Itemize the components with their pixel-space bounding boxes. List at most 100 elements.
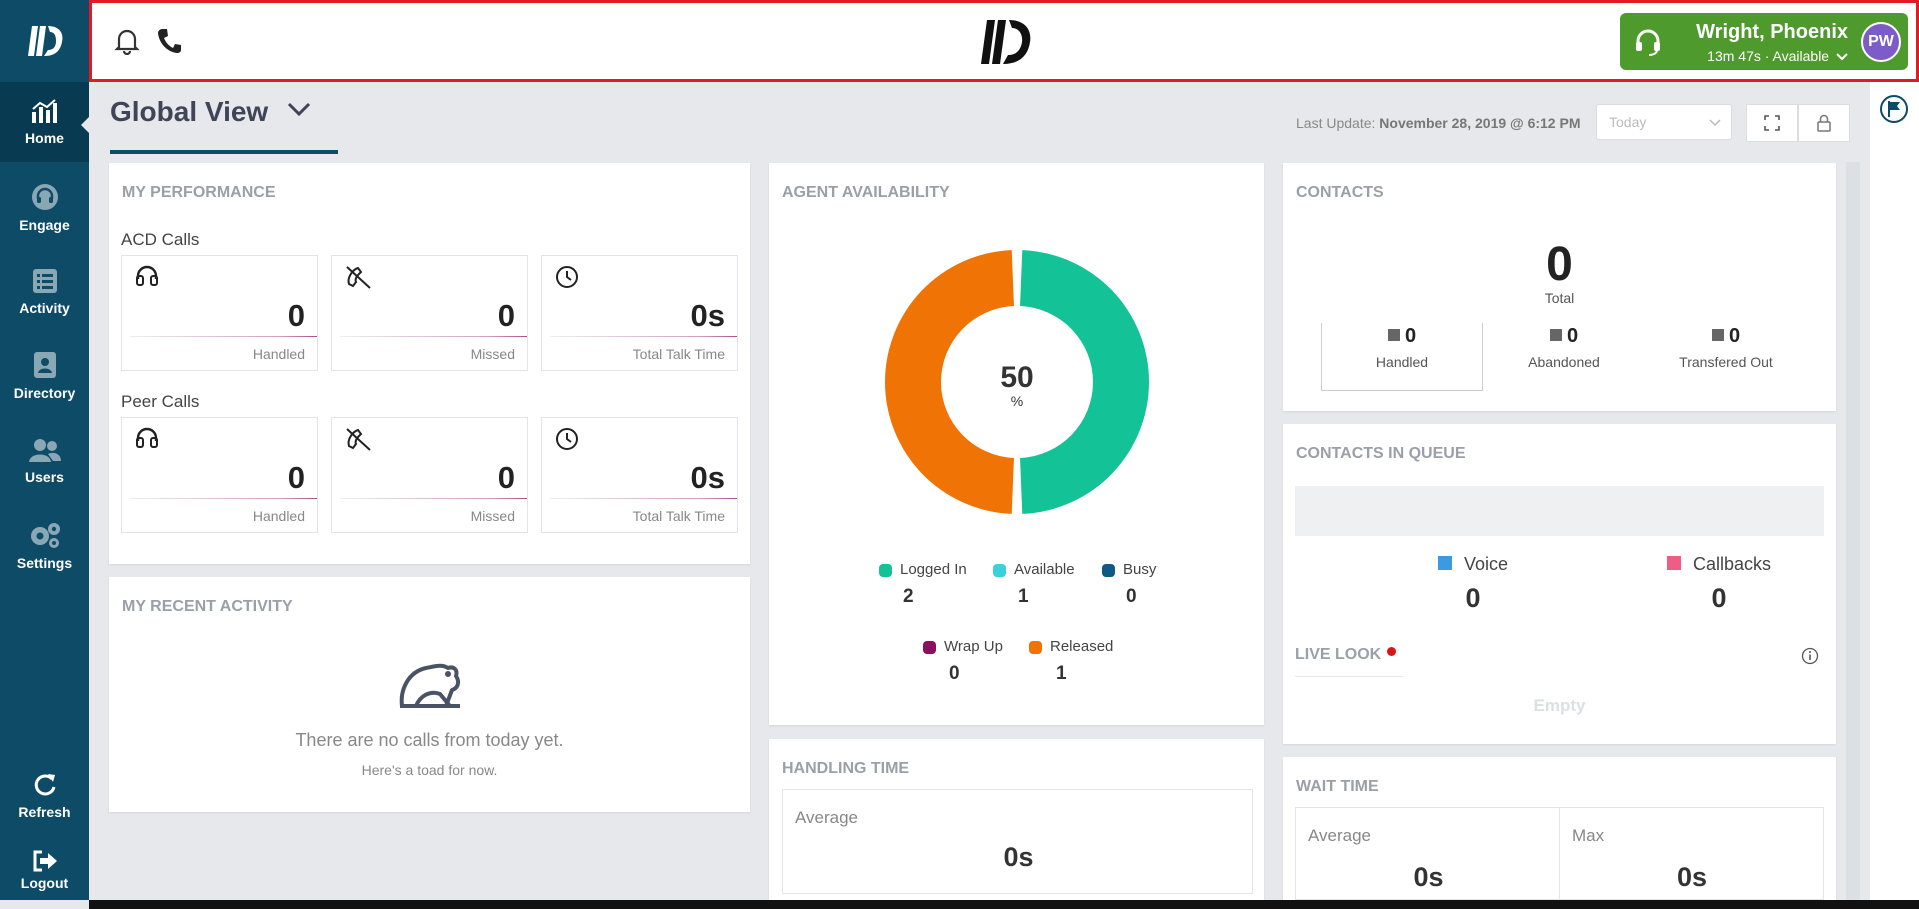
card-title: HANDLING TIME xyxy=(782,760,910,777)
sidebar-item-engage[interactable]: Engage xyxy=(0,168,89,248)
live-look-empty: Empty xyxy=(1533,696,1586,715)
metric-label: Total Talk Time xyxy=(632,346,725,362)
legend-available: Available xyxy=(993,561,1075,578)
contacts-handled[interactable]: 0 Handled xyxy=(1321,323,1483,391)
metric-label: Missed xyxy=(470,346,515,362)
average-value: 0s xyxy=(1413,862,1444,892)
card-title: CONTACTS xyxy=(1296,184,1384,201)
acd-missed-metric: 0 Missed xyxy=(331,255,528,371)
max-value: 0s xyxy=(1676,862,1708,892)
list-icon xyxy=(32,269,57,293)
legend-value: 1 xyxy=(1056,663,1067,684)
card-title: CONTACTS IN QUEUE xyxy=(1296,445,1466,462)
card-title: MY RECENT ACTIVITY xyxy=(122,598,293,615)
metric-label: Handled xyxy=(252,346,305,362)
contacts-transfered-value: 0 xyxy=(1645,325,1807,348)
top-header: Wright, Phoenix 13m 47s · Available PW xyxy=(89,0,1919,82)
queue-callbacks: Callbacks 0 xyxy=(1639,554,1799,614)
metric-underline xyxy=(340,336,527,337)
peer-calls-label: Peer Calls xyxy=(121,392,200,411)
donut-center: 50 % xyxy=(977,361,1057,410)
contacts-transfered-out[interactable]: 0 Transfered Out xyxy=(1645,323,1807,370)
handling-average-box: Average 0s xyxy=(782,789,1253,894)
empty-message: There are no calls from today yet. xyxy=(295,730,564,750)
metric-label: Total Talk Time xyxy=(632,508,725,524)
lock-layout-button[interactable] xyxy=(1798,104,1850,142)
queue-bar xyxy=(1295,486,1824,536)
empty-submessage: Here's a toad for now. xyxy=(361,762,498,778)
date-range-select[interactable]: Today xyxy=(1596,104,1732,140)
contacts-in-queue-card: CONTACTS IN QUEUE Voice 0 Callbacks 0 LI… xyxy=(1283,424,1836,744)
phone-icon[interactable] xyxy=(156,27,182,60)
refresh-button[interactable]: Refresh xyxy=(0,756,89,836)
sidebar-item-label: Activity xyxy=(19,300,70,316)
sidebar-item-activity[interactable]: Activity xyxy=(0,252,89,332)
chevron-down-icon xyxy=(1709,119,1721,127)
missed-call-icon xyxy=(344,264,372,295)
live-look-label[interactable]: LIVE LOOK xyxy=(1295,646,1397,664)
metric-label: Missed xyxy=(470,508,515,524)
max-label: Max xyxy=(1572,826,1605,845)
bell-icon[interactable] xyxy=(114,27,140,60)
agent-availability-card: AGENT AVAILABILITY 50 % Logged In 2 Avai… xyxy=(769,163,1264,725)
voice-label: Voice xyxy=(1393,554,1553,575)
callbacks-value: 0 xyxy=(1711,583,1727,613)
logout-icon xyxy=(33,850,57,871)
handling-time-card: HANDLING TIME Average 0s xyxy=(769,739,1264,900)
view-selector[interactable]: Global View xyxy=(110,96,311,128)
last-update: Last Update: November 28, 2019 @ 6:12 PM xyxy=(1296,115,1581,131)
avatar[interactable]: PW xyxy=(1861,22,1901,62)
legend-swatch xyxy=(1029,640,1042,654)
legend-wrap-up: Wrap Up xyxy=(923,638,1003,655)
sidebar-item-settings[interactable]: Settings xyxy=(0,506,89,586)
info-icon[interactable] xyxy=(1801,647,1819,670)
fullscreen-button[interactable] xyxy=(1746,104,1798,142)
headset-icon xyxy=(134,264,160,295)
clock-icon xyxy=(554,426,580,457)
legend-swatch xyxy=(1102,563,1115,577)
brand-logo xyxy=(977,16,1033,73)
metric-value: 0s xyxy=(690,298,725,333)
contacts-abandoned[interactable]: 0 Abandoned xyxy=(1483,323,1645,370)
page-title: Global View xyxy=(110,96,269,127)
sidebar-item-home[interactable]: Home xyxy=(0,82,90,162)
donut-center-value: 50 xyxy=(1000,361,1034,394)
sidebar-item-directory[interactable]: Directory xyxy=(0,336,89,416)
callbacks-label: Callbacks xyxy=(1639,554,1799,575)
sidebar-item-label: Settings xyxy=(16,555,73,571)
agent-status-text: 13m 47s · Available xyxy=(1707,48,1848,64)
agent-status-menu[interactable]: Wright, Phoenix 13m 47s · Available PW xyxy=(1620,13,1908,70)
active-indicator xyxy=(81,116,90,134)
contacts-handled-label: Handled xyxy=(1375,354,1429,370)
logout-button[interactable]: Logout xyxy=(0,840,89,900)
my-performance-card: MY PERFORMANCE ACD Calls 0 Handled 0 Mis… xyxy=(109,163,750,564)
card-title: AGENT AVAILABILITY xyxy=(782,184,950,201)
metric-value: 0 xyxy=(287,460,305,495)
legend-value: 0 xyxy=(1126,586,1137,607)
legend-swatch xyxy=(993,563,1006,577)
live-indicator-dot xyxy=(1387,647,1397,656)
headset-icon xyxy=(1632,26,1664,63)
bar-chart-icon xyxy=(31,99,57,123)
scrollbar[interactable] xyxy=(1846,162,1860,900)
legend-value: 2 xyxy=(903,586,914,607)
legend-swatch xyxy=(923,640,936,654)
lock-icon xyxy=(1817,114,1831,132)
sidebar-item-users[interactable]: Users xyxy=(0,421,89,501)
status-swatch xyxy=(1711,329,1724,341)
toad-icon xyxy=(398,660,462,715)
average-label: Average xyxy=(1308,826,1372,845)
acd-talk-time-metric: 0s Total Talk Time xyxy=(541,255,738,371)
app-logo[interactable] xyxy=(0,0,89,82)
contacts-total-value: 0 xyxy=(1546,238,1573,291)
legend-swatch xyxy=(1666,556,1681,570)
flag-icon[interactable] xyxy=(1879,94,1909,129)
sidebar-item-label: Engage xyxy=(19,217,70,233)
legend-value: 0 xyxy=(949,663,960,684)
bottom-edge xyxy=(89,900,1919,909)
contacts-abandoned-value: 0 xyxy=(1483,325,1645,348)
sidebar-item-label: Home xyxy=(25,130,64,146)
contacts-total-label: Total xyxy=(1544,290,1575,306)
refresh-label: Refresh xyxy=(18,804,71,820)
clock-icon xyxy=(554,264,580,295)
